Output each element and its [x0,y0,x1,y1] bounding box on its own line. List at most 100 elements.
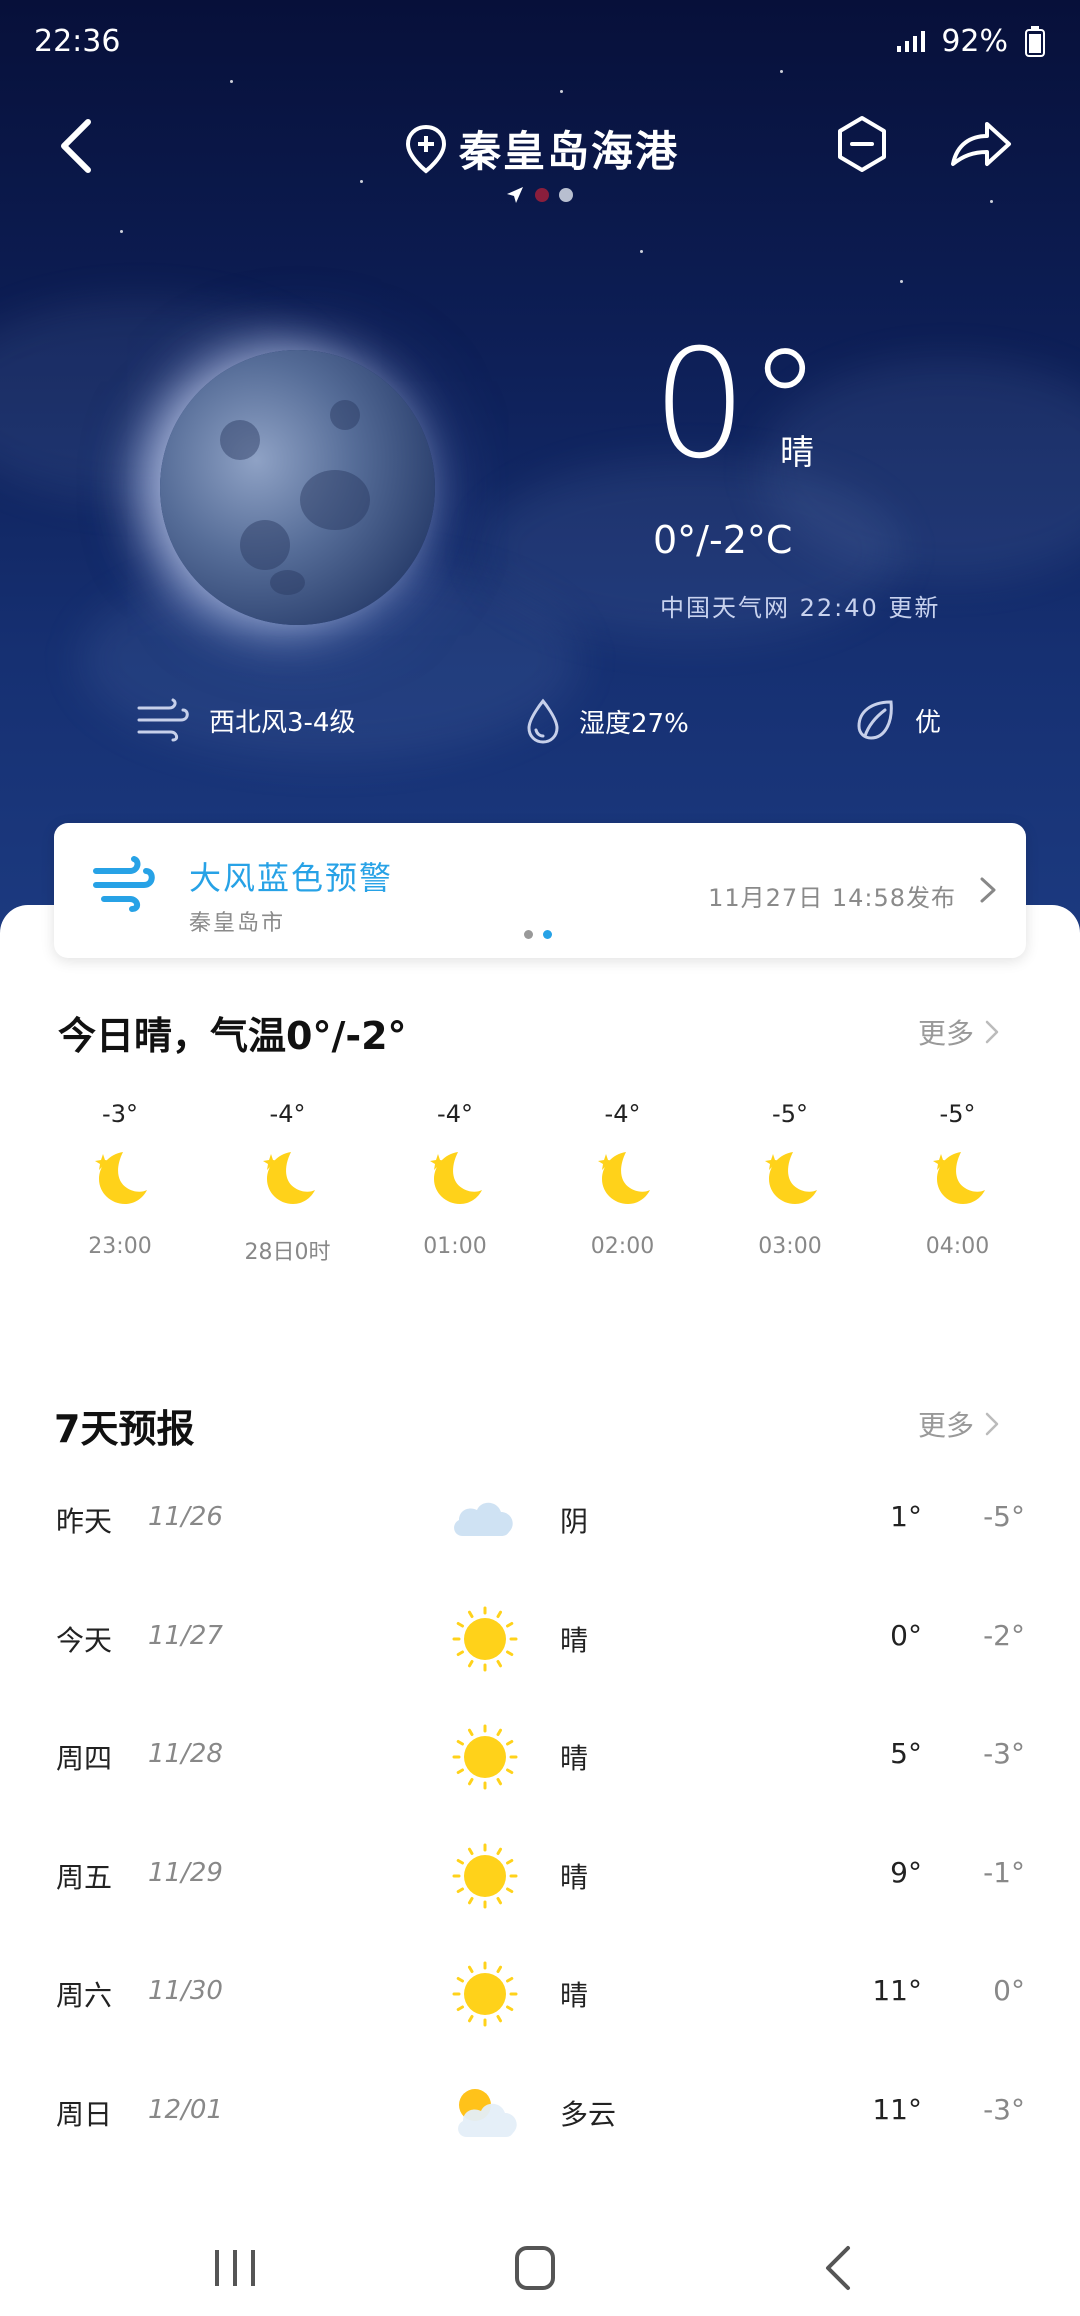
battery-icon [1025,25,1045,57]
back-button[interactable] [50,110,110,180]
chevron-right-icon [985,1412,999,1436]
wind-icon [137,698,189,742]
hourly-time: 04:00 [925,1234,990,1259]
day-high: 0° [890,1618,922,1652]
droplet-icon [527,698,559,744]
day-date: 11/30 [148,1976,223,2006]
today-more-label: 更多 [918,1017,975,1050]
status-icons: 92% [895,24,1046,59]
forecast-row[interactable]: 周五 11/29 晴 9° -1° [0,1836,1080,1916]
sun-icon [445,1954,525,2034]
location-arrow-icon [507,187,523,203]
day-low: -5° [983,1500,1025,1533]
hourly-time: 01:00 [423,1234,487,1259]
back-nav-button[interactable] [800,2238,880,2298]
forecast-more-label: 更多 [918,1409,975,1442]
hourly-item: -4° 28日0时 [223,1100,353,1266]
top-bar: 秦皇岛海港 [0,100,1080,190]
day-low: -3° [983,1737,1025,1770]
battery-percent: 92% [941,24,1008,59]
remove-city-button[interactable] [832,114,892,174]
chevron-right-icon [980,877,996,903]
hourly-item: -5° 03:00 [725,1100,855,1259]
day-low: -3° [983,2092,1025,2126]
location-title[interactable]: 秦皇岛海港 [405,118,679,179]
sun-icon [445,1836,525,1916]
hourly-time: 02:00 [590,1234,655,1259]
hourly-temp: -5° [939,1100,976,1128]
today-more-link[interactable]: 更多 [918,1012,1000,1052]
home-button[interactable] [495,2238,575,2298]
partly-cloudy-icon [445,2073,525,2153]
hourly-time: 03:00 [758,1234,822,1259]
hourly-temp: -4° [269,1100,306,1128]
signal-icon [897,30,926,52]
hourly-time: 23:00 [88,1234,152,1259]
forecast-row[interactable]: 周日 12/01 多云 11° -3° [0,2073,1080,2153]
day-name: 周五 [56,1860,113,1894]
moon-star-icon [592,1146,654,1208]
hourly-item: -5° 04:00 [893,1100,1023,1259]
forecast-title: 7天预报 [54,1407,195,1451]
forecast-row[interactable]: 昨天 11/26 阴 1° -5° [0,1480,1080,1560]
day-high: 1° [890,1500,922,1533]
metrics-row: 西北风3-4级 湿度27% 优 [0,690,1080,750]
page-title: 秦皇岛海港 [459,127,680,176]
alert-time: 11月27日 14:58发布 [708,884,956,912]
forecast-row[interactable]: 周四 11/28 晴 5° -3° [0,1717,1080,1797]
chevron-right-icon [985,1020,999,1044]
update-source: 中国天气网 22:40 更新 [660,594,941,622]
location-pin-icon [405,124,447,174]
day-name: 今天 [56,1623,113,1657]
forecast-more-link[interactable]: 更多 [918,1404,1000,1444]
day-date: 11/29 [148,1857,223,1888]
hourly-forecast: -3° 23:00 -4° 28日0时 -4° 01:00 -4° 02:00 -5° 03:00… [55,1100,1025,1300]
day-high: 9° [890,1855,922,1889]
current-condition: 晴 [780,433,814,473]
wind-label: 西北风3-4级 [209,707,356,738]
leaf-icon [857,700,893,740]
alert-region: 秦皇岛市 [189,911,286,936]
day-high: 5° [890,1737,922,1770]
wind-metric[interactable]: 西北风3-4级 [135,698,355,742]
day-condition: 晴 [560,1979,589,2012]
day-name: 周日 [56,2097,113,2131]
hourly-time: 28日0时 [244,1240,331,1265]
forecast-row[interactable]: 周六 11/30 晴 11° 0° [0,1954,1080,2034]
day-name: 周六 [56,1979,113,2012]
humidity-metric[interactable]: 湿度27% [525,698,689,744]
hourly-item: -3° 23:00 [55,1100,185,1259]
share-button[interactable] [945,114,1015,174]
page-dot [559,188,573,202]
forecast-row[interactable]: 今天 11/27 晴 0° -2° [0,1599,1080,1679]
moon-star-icon [257,1146,319,1208]
weather-alert-card[interactable]: 大风蓝色预警 秦皇岛市 11月27日 14:58发布 [54,823,1026,958]
alert-title: 大风蓝色预警 [189,859,394,897]
cloud-icon [445,1480,525,1560]
wind-warning-icon [93,856,155,912]
air-quality-metric[interactable]: 优 [855,698,941,742]
page-dot-active [535,188,549,202]
day-condition: 阴 [560,1505,589,1538]
day-name: 周四 [56,1742,113,1775]
day-date: 12/01 [148,2094,223,2125]
day-name: 昨天 [56,1505,113,1538]
system-navbar [0,2220,1080,2316]
day-date: 11/27 [148,1620,223,1651]
day-condition: 晴 [560,1623,589,1657]
day-condition: 晴 [560,1742,589,1775]
status-bar: 22:36 92% [0,0,1080,80]
day-high: 11° [872,2092,922,2126]
humidity-label: 湿度27% [579,708,689,739]
moon-star-icon [927,1146,989,1208]
hourly-temp: -3° [102,1100,138,1128]
today-summary-title: 今日晴，气温0°/-2° [58,1014,407,1058]
day-low: -2° [983,1618,1025,1652]
recent-apps-button[interactable] [195,2238,275,2298]
day-condition: 晴 [560,1860,589,1894]
moon-star-icon [759,1146,821,1208]
temperature-range: 0°/-2°C [653,518,793,562]
hourly-temp: -4° [437,1100,473,1128]
day-low: -1° [983,1855,1025,1889]
day-date: 11/28 [148,1739,223,1769]
